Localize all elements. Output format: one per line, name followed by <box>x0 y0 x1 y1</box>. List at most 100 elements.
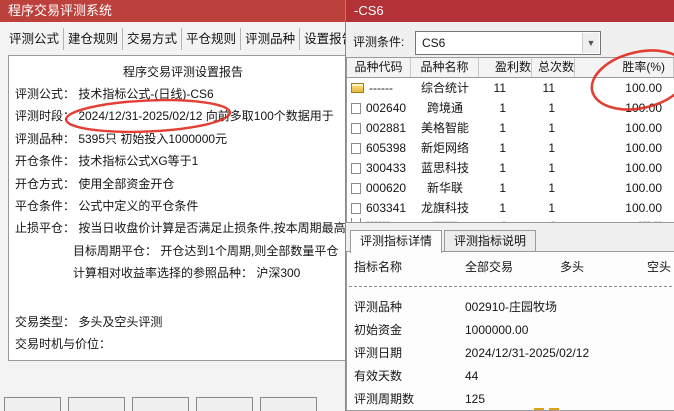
cell-total: 1 <box>548 101 555 115</box>
stock-page-icon <box>351 122 361 134</box>
report-panel: 程序交易评测设置报告 评测公式： 技术指标公式-(日线)-CS6 评测时段： 2… <box>8 55 370 361</box>
bottom-button-1[interactable] <box>4 397 61 411</box>
col-header-total[interactable]: 总次数 <box>532 58 575 77</box>
cell-winrate: 100.00 <box>625 101 662 115</box>
left-window-titlebar[interactable]: 程序交易评测系统 <box>0 0 348 22</box>
detail-col-short: 空头 <box>647 260 672 274</box>
detail-rows: 评测品种 002910-庄园牧场 初始资金 1000000.00 评测日期 20… <box>347 296 674 410</box>
bottom-button-3[interactable] <box>132 397 189 411</box>
right-window-title: -CS6 <box>354 3 384 18</box>
cell-winrate: 100.00 <box>625 161 662 175</box>
cell-winrate: 100.00 <box>625 181 662 195</box>
results-table: 品种代码 品种名称 盈利数 总次数 胜率(%) ------ 综合统计 11 1… <box>346 57 674 223</box>
detail-header-row: 指标名称 全部交易 多头 空头 <box>347 259 674 275</box>
detail-col-indicator: 指标名称 <box>354 260 403 274</box>
report-line-timing: 交易时机与价位： <box>15 337 112 352</box>
cell-code: 002640 <box>366 101 407 115</box>
cell-winrate: 100.00 <box>625 121 662 135</box>
detail-row-dates: 评测日期 2024/12/31-2025/02/12 <box>354 346 590 360</box>
stock-page-icon <box>351 102 361 114</box>
col-header-name[interactable]: 品种名称 <box>411 58 479 77</box>
cell-profit: 1 <box>499 201 506 215</box>
col-header-winrate[interactable]: 胜率(%) <box>575 58 674 77</box>
cell-total: 11 <box>542 81 555 95</box>
bottom-button-2[interactable] <box>68 397 125 411</box>
table-row-603341[interactable]: 603341 龙旗科技 1 1 100.00 <box>347 198 674 218</box>
cell-profit: 1 <box>499 161 506 175</box>
cell-name: 蓝思科技 <box>420 161 469 175</box>
cell-profit: 1 <box>499 121 506 135</box>
summary-folder-icon <box>351 83 364 93</box>
detail-row-capital: 初始资金 1000000.00 <box>354 323 529 337</box>
cell-total: 1 <box>548 141 555 155</box>
dashed-divider <box>349 286 672 287</box>
col-header-profit[interactable]: 盈利数 <box>479 58 532 77</box>
tab-eval-symbols[interactable]: 评测品种 <box>241 28 301 50</box>
report-line-symbols: 评测品种： 5395只 初始投入1000000元 <box>15 131 228 146</box>
cell-profit: 1 <box>499 101 506 115</box>
cell-total: 1 <box>548 181 555 195</box>
tab-eval-formula[interactable]: 评测公式 <box>5 28 65 50</box>
cell-profit: 11 <box>493 81 506 95</box>
cell-name: 龙旗科技 <box>420 201 469 215</box>
app-desktop: 程序交易评测系统 评测公式 建仓规则 交易方式 平仓规则 评测品种 设置报告 程… <box>0 0 674 411</box>
chevron-down-icon[interactable]: ▼ <box>582 33 599 53</box>
cell-name: 新华联 <box>426 181 463 195</box>
report-title: 程序交易评测设置报告 <box>122 65 243 79</box>
bottom-button-5[interactable] <box>260 397 317 411</box>
detail-col-long: 多头 <box>560 260 585 274</box>
cell-total: 1 <box>548 201 555 215</box>
cell-code: 002881 <box>366 121 407 135</box>
table-row-002881[interactable]: 002881 美格智能 1 1 100.00 <box>347 118 674 138</box>
cell-name: 跨境通 <box>426 101 463 115</box>
cell-code: 605398 <box>366 141 407 155</box>
report-line-trade-type: 交易类型： 多头及空头评测 <box>15 314 163 329</box>
tab-indicator-explanation[interactable]: 评测指标说明 <box>444 230 537 252</box>
condition-combobox[interactable]: CS6 ▼ <box>415 31 601 55</box>
table-row-002640[interactable]: 002640 跨境通 1 1 100.00 <box>347 98 674 118</box>
table-row-000620[interactable]: 000620 新华联 1 1 100.00 <box>347 178 674 198</box>
cell-total: 1 <box>548 161 555 175</box>
table-row-summary[interactable]: ------ 综合统计 11 11 100.00 <box>347 78 674 98</box>
cell-name: 新炬网络 <box>420 141 469 155</box>
detail-row-valid-days: 有效天数 44 <box>354 369 479 383</box>
stock-page-icon <box>351 142 361 154</box>
tab-indicator-details[interactable]: 评测指标详情 <box>350 230 443 253</box>
cell-profit: 1 <box>499 141 506 155</box>
stock-page-icon <box>351 182 361 194</box>
cell-profit: 1 <box>499 181 506 195</box>
report-line-period: 评测时段： 2024/12/31-2025/02/12 向前多取100个数据用于 <box>15 109 334 124</box>
cell-winrate: 100.00 <box>625 81 662 95</box>
detail-tab-bar: 评测指标详情 评测指标说明 <box>350 230 538 253</box>
table-row-605398[interactable]: 605398 新炬网络 1 1 100.00 <box>347 138 674 158</box>
cell-name: 综合统计 <box>420 81 469 95</box>
report-line-formula: 评测公式： 技术指标公式-(日线)-CS6 <box>15 87 214 101</box>
left-window-title: 程序交易评测系统 <box>8 3 113 18</box>
tab-trade-mode[interactable]: 交易方式 <box>123 28 183 50</box>
left-tab-bar: 评测公式 建仓规则 交易方式 平仓规则 评测品种 设置报告 <box>5 28 358 50</box>
report-line-open-mode: 开仓方式： 使用全部资金开仓 <box>15 176 175 191</box>
detail-row-symbol: 评测品种 002910-庄园牧场 <box>354 300 558 314</box>
tab-open-rules[interactable]: 建仓规则 <box>64 28 124 50</box>
report-line-benchmark: 计算相对收益率选择的参照品种： 沪深300 <box>73 266 301 281</box>
stock-page-icon <box>351 218 361 222</box>
right-window-titlebar[interactable]: -CS6 <box>346 0 674 22</box>
table-row-300433[interactable]: 300433 蓝思科技 1 1 100.00 <box>347 158 674 178</box>
condition-value: CS6 <box>422 36 446 50</box>
report-line-target-close: 目标周期平仓： 开仓达到1个周期,则全部数量平仓 <box>73 243 339 258</box>
cell-winrate: 100.00 <box>625 141 662 155</box>
condition-row: 评测条件: CS6 ▼ <box>353 31 601 55</box>
bottom-button-4[interactable] <box>196 397 253 411</box>
cell-total: 1 <box>548 121 555 135</box>
col-header-code[interactable]: 品种代码 <box>347 58 411 77</box>
cell-name: 美格智能 <box>420 121 469 135</box>
right-window: -CS6 评测条件: CS6 ▼ 品种代码 品种名称 盈利数 总次数 胜率(%)… <box>345 0 674 411</box>
tab-close-rules[interactable]: 平仓规则 <box>182 28 242 50</box>
cell-code: 000620 <box>366 181 407 195</box>
condition-label: 评测条件: <box>353 35 405 49</box>
table-row-clipped[interactable]: ------ —— - - ---.-- <box>347 218 674 222</box>
stock-page-icon <box>351 162 361 174</box>
detail-panel: 指标名称 全部交易 多头 空头 评测品种 002910-庄园牧场 初始资金 10… <box>346 251 674 411</box>
report-line-stoploss: 止损平仓： 按当日收盘价计算是否满足止损条件,按本周期最高价 <box>15 221 358 236</box>
report-line-close-cond: 平仓条件： 公式中定义的平仓条件 <box>15 199 199 214</box>
